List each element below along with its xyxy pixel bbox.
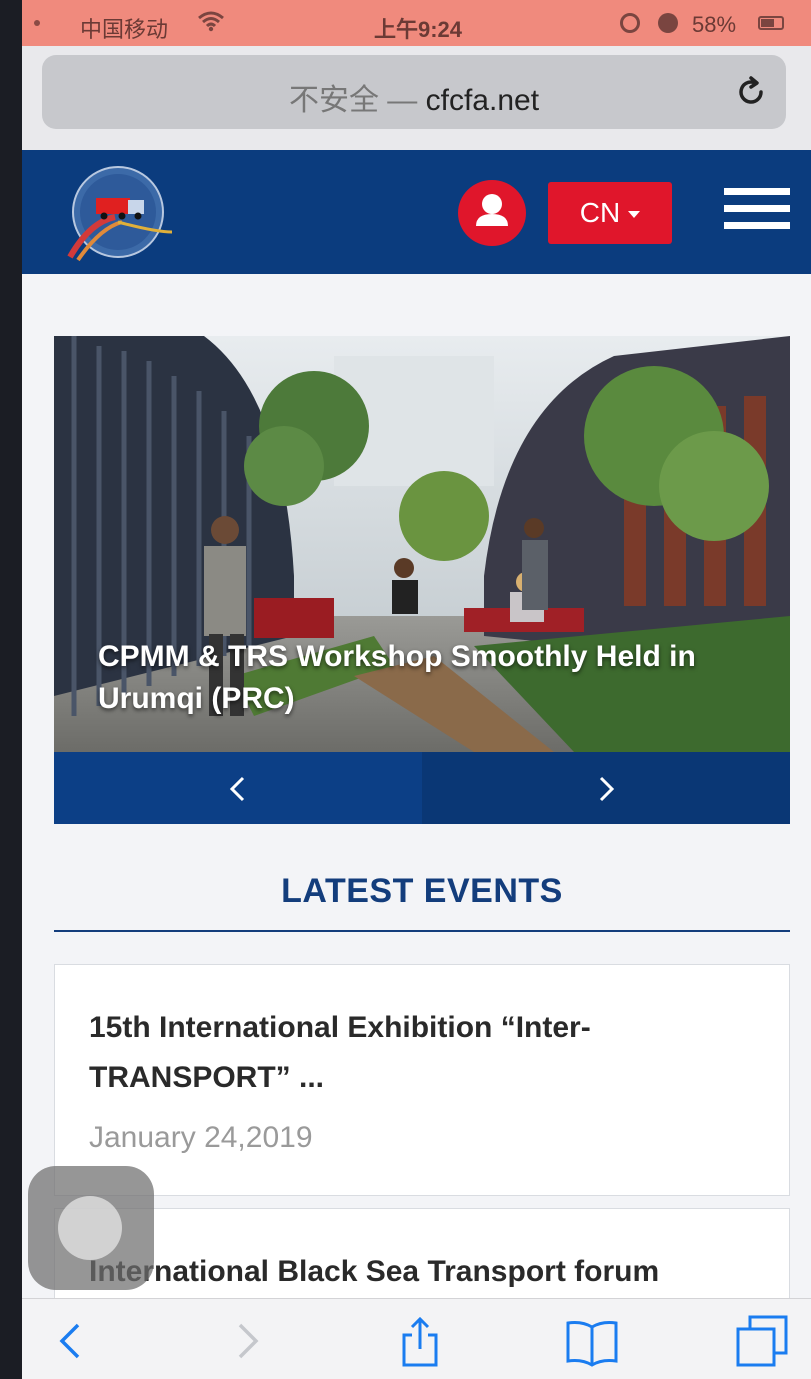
battery-percentage: 58%	[692, 12, 737, 37]
site-logo[interactable]	[60, 162, 180, 264]
assistive-touch-dot	[58, 1196, 122, 1260]
menu-bar	[724, 188, 790, 195]
slider-prev-button[interactable]	[54, 752, 422, 824]
menu-bar	[724, 222, 790, 229]
phone-screen: 中国移动 上午9:24 58% 不安全 — cfcfa.net CN CPMM …	[22, 0, 811, 1379]
url-text[interactable]: 不安全 — cfcfa.net	[42, 75, 786, 119]
tabs-button[interactable]	[734, 1313, 790, 1369]
bookmarks-button[interactable]	[564, 1313, 620, 1369]
chevron-right-icon	[599, 776, 615, 802]
wifi-icon	[198, 11, 224, 32]
reload-icon[interactable]	[734, 75, 768, 109]
share-button[interactable]	[392, 1313, 448, 1369]
url-domain: cfcfa.net	[425, 84, 540, 117]
forward-icon	[238, 1323, 259, 1359]
event-title[interactable]: 15th International Exhibition “Inter-TRA…	[89, 1003, 759, 1103]
user-account-button[interactable]	[458, 180, 526, 246]
slider-next-button[interactable]	[422, 752, 790, 824]
slider-navigation	[54, 752, 790, 824]
event-card[interactable]: 15th International Exhibition “Inter-TRA…	[54, 964, 790, 1196]
status-time: 上午9:24	[374, 17, 463, 42]
event-title[interactable]: International Black Sea Transport forum	[89, 1247, 759, 1297]
share-icon	[402, 1316, 438, 1367]
language-label: CN	[579, 197, 621, 228]
signal-dot	[34, 20, 40, 26]
alarm-icon	[658, 13, 678, 33]
language-selector[interactable]: CN	[548, 182, 672, 244]
assistive-touch-button[interactable]	[28, 1166, 154, 1290]
news-slider: CPMM & TRS Workshop Smoothly Held in Uru…	[54, 336, 790, 824]
site-header: CN	[22, 150, 811, 274]
forward-button[interactable]	[218, 1313, 274, 1369]
caret-down-icon	[628, 211, 641, 219]
hamburger-menu-icon[interactable]	[724, 188, 790, 238]
browser-toolbar	[22, 1298, 811, 1379]
bookmarks-icon	[566, 1321, 618, 1367]
battery-icon	[758, 16, 784, 30]
menu-bar	[724, 205, 790, 212]
slide-image[interactable]: CPMM & TRS Workshop Smoothly Held in Uru…	[54, 336, 790, 752]
section-divider	[54, 930, 790, 932]
browser-address-area: 不安全 — cfcfa.net	[22, 46, 811, 150]
carrier-name: 中国移动	[80, 17, 169, 42]
tabs-icon	[736, 1315, 788, 1367]
address-bar[interactable]: 不安全 — cfcfa.net	[42, 55, 786, 129]
back-button[interactable]	[42, 1313, 98, 1369]
chevron-left-icon	[229, 776, 245, 802]
back-icon	[59, 1323, 80, 1359]
status-bar: 中国移动 上午9:24 58%	[22, 0, 811, 46]
event-date: January 24,2019	[89, 1121, 313, 1154]
user-icon	[476, 194, 508, 226]
slide-caption[interactable]: CPMM & TRS Workshop Smoothly Held in Uru…	[98, 636, 758, 720]
rotation-lock-icon	[620, 13, 640, 33]
security-label: 不安全 —	[288, 84, 418, 117]
latest-events-heading: LATEST EVENTS	[281, 872, 563, 910]
